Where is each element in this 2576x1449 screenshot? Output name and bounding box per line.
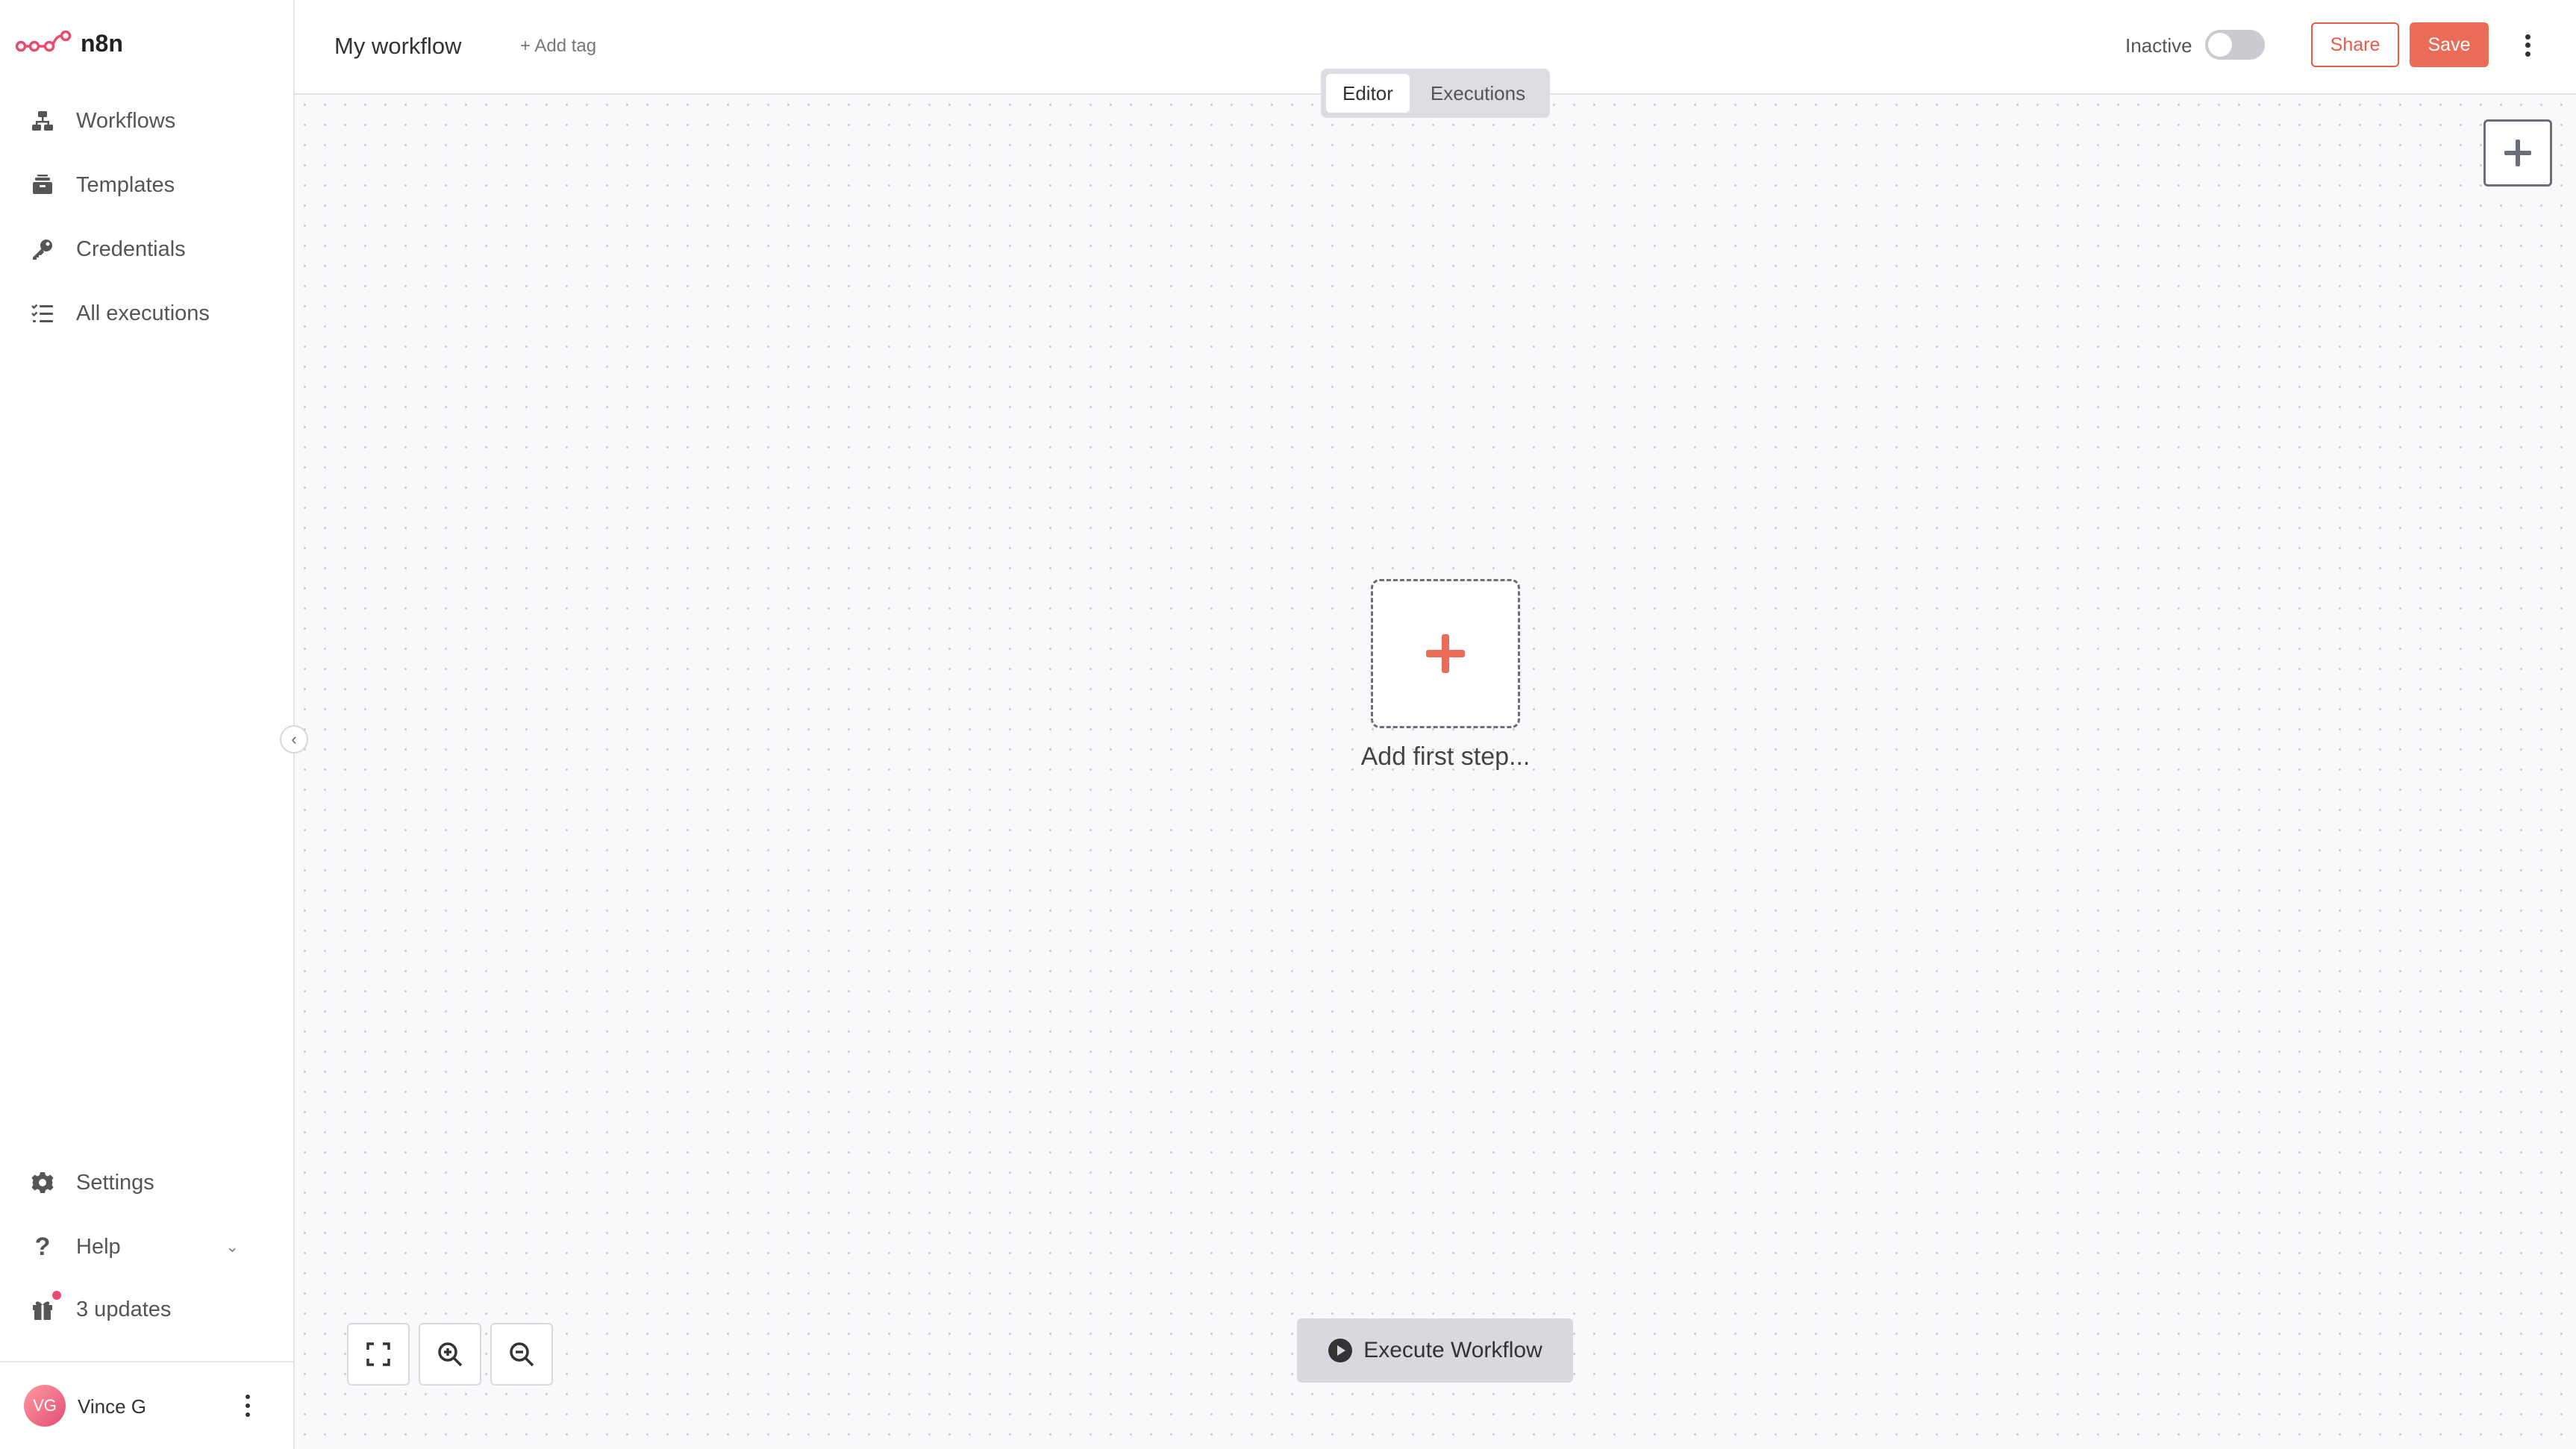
sidebar-item-updates[interactable]: 3 updates: [30, 1291, 172, 1322]
sidebar-item-label: All executions: [76, 301, 210, 325]
logo[interactable]: n8n: [15, 28, 123, 58]
execute-workflow-label: Execute Workflow: [1363, 1338, 1542, 1362]
sidebar-item-label: Templates: [76, 172, 175, 197]
settings-label: Settings: [76, 1170, 154, 1195]
sidebar-item-label: Credentials: [76, 237, 186, 261]
tab-editor[interactable]: Editor: [1326, 74, 1410, 113]
zoom-controls: [347, 1323, 553, 1386]
templates-icon: [30, 172, 55, 198]
add-tag-button[interactable]: + Add tag: [520, 36, 596, 57]
updates-label: 3 updates: [76, 1297, 172, 1321]
key-icon: [30, 237, 55, 262]
zoom-out-icon: [510, 1342, 534, 1367]
save-button[interactable]: Save: [2410, 22, 2489, 67]
plus-icon: [2504, 140, 2531, 166]
zoom-in-icon: [438, 1342, 463, 1367]
fullscreen-icon: [366, 1342, 390, 1366]
tab-executions[interactable]: Executions: [1414, 74, 1542, 113]
share-button[interactable]: Share: [2311, 22, 2399, 67]
fit-view-button[interactable]: [347, 1323, 410, 1386]
play-circle-icon: [1328, 1339, 1353, 1362]
question-icon: ?: [34, 1232, 51, 1261]
workflow-canvas[interactable]: Add first step... Execute Workflow: [295, 95, 2576, 1449]
zoom-out-button[interactable]: [490, 1323, 553, 1386]
add-first-step-label: Add first step...: [1360, 742, 1531, 771]
gear-icon: [30, 1170, 55, 1195]
brand-name: n8n: [81, 29, 123, 57]
sidebar-item-label: Workflows: [76, 108, 176, 133]
sidebar: n8n Workflows Templates Credentials All: [0, 0, 295, 1449]
sidebar-item-settings[interactable]: Settings: [30, 1170, 154, 1195]
sidebar-item-templates[interactable]: Templates: [30, 172, 175, 198]
sidebar-item-help[interactable]: ? Help ⌄: [30, 1232, 240, 1261]
execute-workflow-button[interactable]: Execute Workflow: [1297, 1318, 1573, 1383]
view-tabs: Editor Executions: [1321, 69, 1550, 118]
user-menu-icon[interactable]: [239, 1392, 257, 1419]
list-icon: [30, 301, 55, 326]
open-nodes-panel-button[interactable]: [2483, 119, 2552, 187]
active-toggle[interactable]: [2205, 30, 2265, 60]
workflow-name[interactable]: My workflow: [334, 33, 462, 60]
user-name: Vince G: [78, 1395, 147, 1418]
sidebar-item-credentials[interactable]: Credentials: [30, 237, 186, 262]
user-panel: VG Vince G: [0, 1361, 293, 1449]
active-status-label: Inactive: [2125, 34, 2192, 57]
sidebar-item-all-executions[interactable]: All executions: [30, 301, 210, 326]
gift-icon: [30, 1291, 61, 1322]
notification-dot: [52, 1291, 61, 1300]
collapse-sidebar-button[interactable]: ‹: [280, 725, 308, 754]
n8n-app: n8n Workflows Templates Credentials All: [0, 0, 2576, 1449]
n8n-logo-icon: [15, 30, 72, 52]
avatar[interactable]: VG: [24, 1385, 66, 1427]
sidebar-item-workflows[interactable]: Workflows: [30, 108, 175, 134]
chevron-down-icon: ⌄: [225, 1237, 240, 1256]
add-first-step-button[interactable]: [1371, 579, 1520, 728]
zoom-in-button[interactable]: [419, 1323, 481, 1386]
workflows-icon: [30, 108, 55, 134]
plus-icon: [1426, 634, 1465, 673]
help-label: Help: [76, 1234, 121, 1259]
more-options-icon[interactable]: [2520, 33, 2535, 58]
